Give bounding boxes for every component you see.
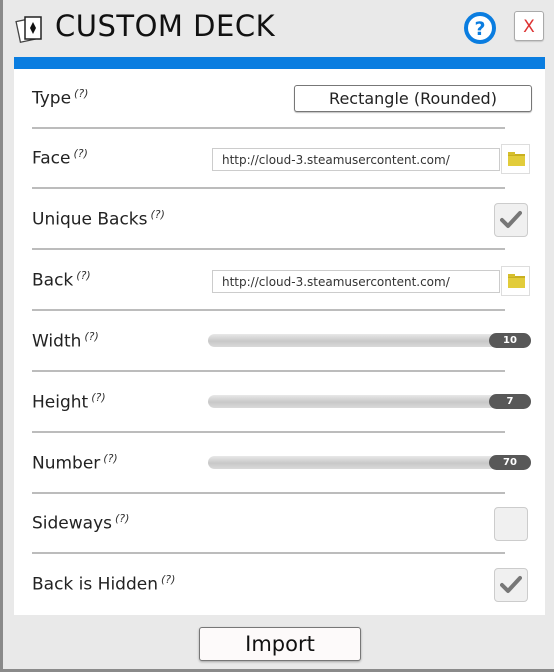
accent-bar (14, 57, 545, 69)
type-dropdown[interactable]: Rectangle (Rounded) (294, 85, 532, 112)
back-help-link[interactable]: (?) (76, 269, 90, 282)
unique-backs-help-link[interactable]: (?) (151, 208, 165, 221)
sideways-help-link[interactable]: (?) (115, 512, 129, 525)
width-slider-thumb[interactable]: 10 (489, 333, 531, 348)
number-label: Number (?) (32, 452, 118, 474)
unique-backs-row: Unique Backs (?) (32, 190, 528, 250)
divider (32, 552, 505, 554)
width-help-link[interactable]: (?) (84, 330, 98, 343)
help-button[interactable]: ? (463, 11, 497, 45)
sideways-checkbox[interactable] (494, 507, 528, 541)
width-slider[interactable]: 10 (208, 333, 531, 348)
back-is-hidden-checkbox[interactable] (494, 568, 528, 602)
close-button[interactable]: X (514, 11, 544, 41)
divider (32, 309, 505, 311)
window-title: CUSTOM DECK (55, 9, 276, 43)
type-help-link[interactable]: (?) (74, 87, 88, 100)
unique-backs-checkbox[interactable] (494, 203, 528, 237)
divider (32, 248, 505, 250)
checkmark-icon (500, 576, 522, 593)
face-label: Face (?) (32, 147, 88, 169)
height-slider-thumb[interactable]: 7 (489, 394, 531, 409)
divider (32, 431, 505, 433)
import-button[interactable]: Import (199, 627, 361, 661)
face-row: Face (?) (32, 129, 530, 189)
back-is-hidden-label: Back is Hidden (?) (32, 573, 176, 595)
back-browse-button[interactable] (501, 266, 530, 296)
height-row: Height (?) 7 (32, 373, 531, 433)
number-slider[interactable]: 70 (208, 455, 531, 470)
custom-deck-window: CUSTOM DECK ? X Type (?) Rectangle (Round… (0, 0, 554, 672)
sideways-label: Sideways (?) (32, 512, 130, 534)
divider (32, 370, 505, 372)
face-help-link[interactable]: (?) (73, 147, 87, 160)
number-row: Number (?) 70 (32, 434, 531, 494)
width-label: Width (?) (32, 330, 99, 352)
height-help-link[interactable]: (?) (91, 391, 105, 404)
folder-icon (508, 274, 525, 288)
type-row: Type (?) Rectangle (Rounded) (32, 69, 532, 129)
back-row: Back (?) (32, 251, 530, 311)
unique-backs-label: Unique Backs (?) (32, 208, 165, 230)
face-browse-button[interactable] (501, 144, 530, 174)
height-slider[interactable]: 7 (208, 394, 531, 409)
back-url-input[interactable] (212, 270, 500, 293)
title-bar[interactable]: CUSTOM DECK ? X (3, 0, 554, 56)
card-deck-icon (15, 16, 42, 43)
number-help-link[interactable]: (?) (103, 452, 117, 465)
sideways-row: Sideways (?) (32, 494, 528, 554)
number-slider-thumb[interactable]: 70 (489, 455, 531, 470)
divider (32, 187, 505, 189)
face-url-input[interactable] (212, 148, 500, 171)
back-is-hidden-row: Back is Hidden (?) (32, 555, 528, 615)
height-label: Height (?) (32, 391, 106, 413)
back-label: Back (?) (32, 269, 91, 291)
question-circle-icon: ? (474, 18, 485, 40)
folder-icon (508, 152, 525, 166)
checkmark-icon (500, 211, 522, 228)
width-row: Width (?) 10 (32, 312, 531, 372)
settings-panel: Type(?) Rectangle (Rounded) Face(?) Uniq… (14, 69, 545, 615)
type-label: Type (?) (32, 87, 89, 109)
back-is-hidden-help-link[interactable]: (?) (161, 573, 175, 586)
